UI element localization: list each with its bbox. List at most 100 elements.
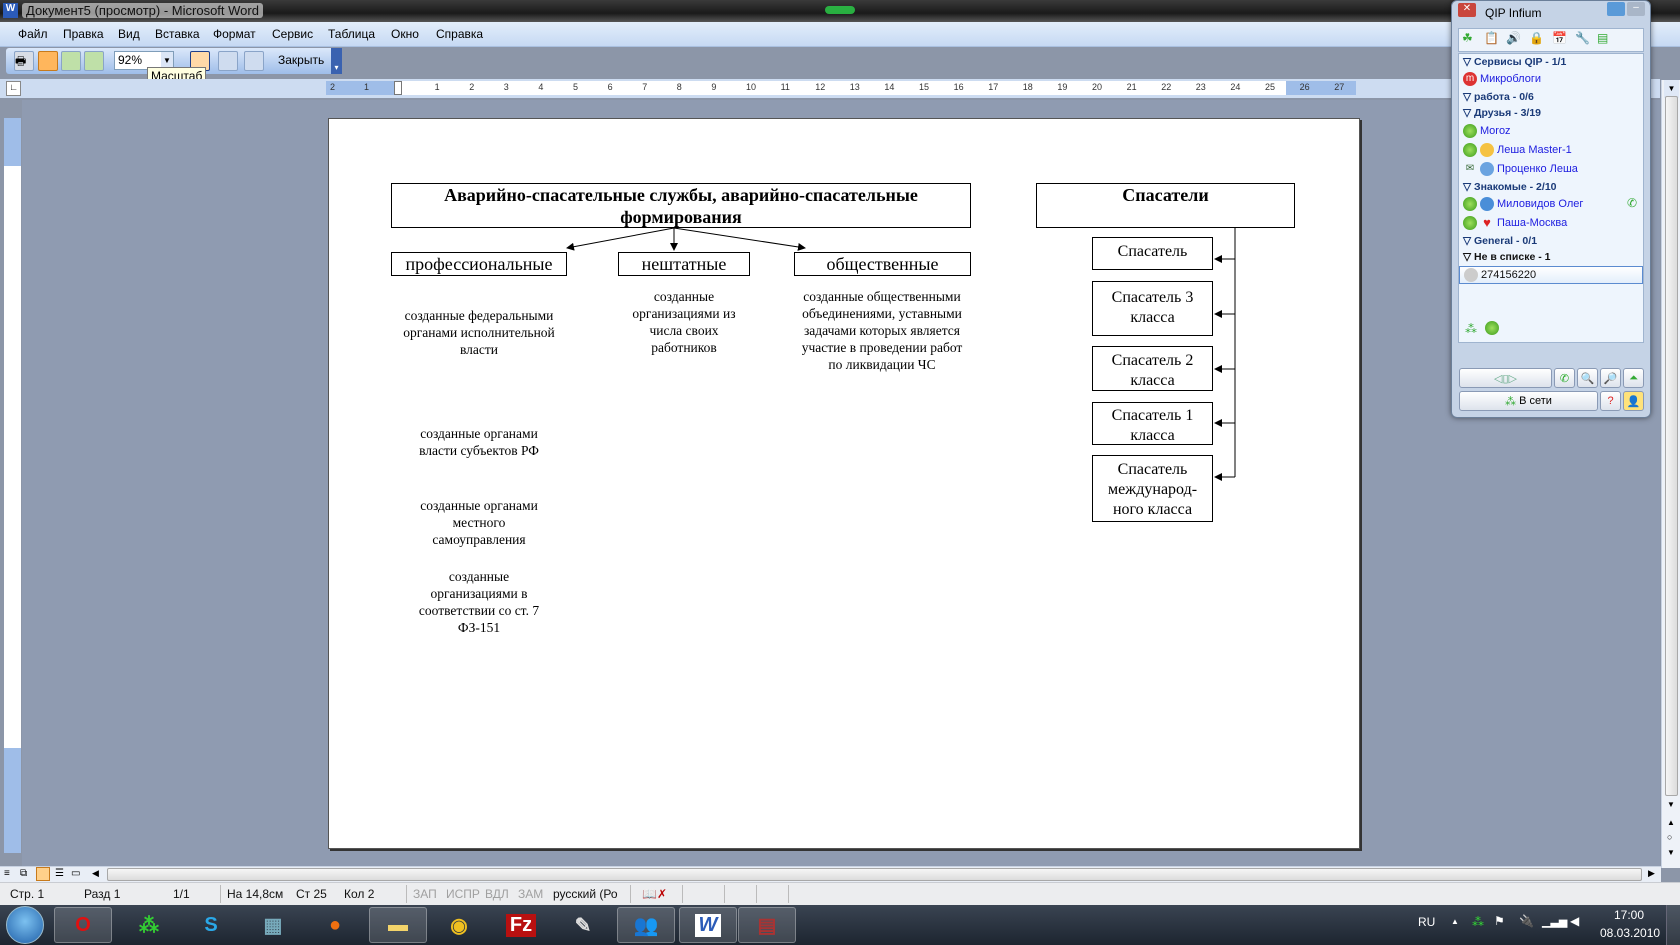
previous-page-icon[interactable]: ▲: [1667, 818, 1675, 827]
qip-tray-icon[interactable]: ⁂: [1472, 915, 1484, 929]
language-indicator[interactable]: RU: [1418, 915, 1435, 929]
show-hidden-icons-icon[interactable]: ▲: [1451, 917, 1459, 926]
menu-help[interactable]: Справка: [436, 27, 483, 41]
indent-marker[interactable]: [394, 81, 402, 95]
action-center-icon[interactable]: ⚑: [1494, 914, 1505, 928]
privacy-icon[interactable]: 🔒: [1529, 31, 1544, 45]
taskbar-calculator[interactable]: ▦: [244, 907, 302, 943]
menu-tools[interactable]: Сервис: [272, 27, 313, 41]
scroll-thumb[interactable]: [1665, 96, 1678, 796]
profile-button[interactable]: 👤: [1623, 391, 1644, 411]
menu-window[interactable]: Окно: [391, 27, 419, 41]
taskbar-firefox[interactable]: ●: [306, 907, 364, 943]
group-header[interactable]: ▽ Друзья - 3/19: [1463, 107, 1541, 119]
normal-view-icon[interactable]: ≡: [4, 868, 10, 879]
status-select-button[interactable]: ⁂ В сети: [1459, 391, 1598, 411]
menu-table[interactable]: Таблица: [328, 27, 375, 41]
search-button[interactable]: 🔎: [1600, 368, 1621, 388]
vertical-ruler[interactable]: [4, 118, 21, 853]
scroll-down-icon[interactable]: ▼: [1667, 800, 1675, 809]
volume-icon[interactable]: ◀: [1570, 914, 1579, 928]
status-extend[interactable]: ВДЛ: [485, 887, 509, 901]
menu-format[interactable]: Формат: [213, 27, 256, 41]
menu-file[interactable]: Файл: [18, 27, 48, 41]
browse-object-icon[interactable]: ○: [1667, 832, 1672, 842]
taskbar-winrar[interactable]: ▤: [738, 907, 796, 943]
calendar-icon[interactable]: 📅: [1552, 31, 1567, 45]
clock-date[interactable]: 08.03.2010: [1600, 926, 1660, 940]
contacts-icon[interactable]: ☘: [1462, 31, 1473, 45]
help-button[interactable]: ?: [1600, 391, 1621, 411]
start-button[interactable]: [6, 906, 44, 944]
tab-selector-button[interactable]: ∟: [6, 81, 21, 96]
web-view-icon[interactable]: ⧉: [20, 868, 27, 879]
status-overtype[interactable]: ЗАМ: [518, 887, 543, 901]
status-language[interactable]: русский (Ро: [553, 887, 618, 901]
close-preview-button[interactable]: Закрыть: [278, 53, 324, 67]
group-header[interactable]: ▽ General - 0/1: [1463, 235, 1537, 247]
menu-edit[interactable]: Правка: [63, 27, 104, 41]
taskbar-notepad[interactable]: ✎: [554, 907, 612, 943]
outline-view-icon[interactable]: ☰: [55, 868, 64, 879]
magnifier-button[interactable]: [38, 51, 58, 71]
transfer-button[interactable]: ◁▯▷: [1459, 368, 1552, 388]
icq-status-icon[interactable]: [1485, 321, 1499, 335]
full-screen-button[interactable]: [244, 51, 264, 71]
settings-icon[interactable]: 🔧: [1575, 31, 1590, 45]
contact-item[interactable]: ✉ Проценко Леша: [1463, 162, 1578, 176]
one-page-button[interactable]: [61, 51, 81, 71]
reading-view-icon[interactable]: ▭: [71, 868, 80, 879]
menu-insert[interactable]: Вставка: [155, 27, 200, 41]
contact-item[interactable]: ♥ Паша-Москва: [1463, 216, 1567, 230]
group-header[interactable]: ▽ Знакомые - 2/10: [1463, 181, 1557, 193]
minimize-icon[interactable]: –: [1627, 2, 1645, 16]
qip-status-icon[interactable]: ⁂: [1465, 322, 1477, 336]
horizontal-ruler[interactable]: 2 1 1 2 3 4 5 6 7 8 9 10 11 12 13 14 15 16 17 18 19 20 21 22 23 2…: [326, 81, 1356, 95]
power-icon[interactable]: 🔌: [1519, 914, 1534, 928]
add-contact-button[interactable]: 🔍: [1577, 368, 1598, 388]
taskbar-qip[interactable]: ⁂: [120, 907, 178, 943]
scroll-right-icon[interactable]: ▶: [1648, 868, 1655, 879]
sound-icon[interactable]: 🔊: [1506, 31, 1521, 45]
horizontal-scrollbar[interactable]: ≡ ⧉ ☰ ▭ ◀ ▶: [0, 866, 1661, 882]
scroll-left-icon[interactable]: ◀: [92, 868, 99, 879]
taskbar-skype[interactable]: S: [182, 907, 240, 943]
contact-item[interactable]: Миловидов Олег: [1463, 197, 1583, 211]
taskbar-messenger[interactable]: 👥: [617, 907, 675, 943]
print-button[interactable]: 🖶: [14, 51, 34, 71]
network-icon[interactable]: ▁▃▅: [1542, 915, 1567, 928]
pin-icon[interactable]: [1607, 2, 1625, 16]
contact-item[interactable]: m Микроблоги: [1463, 72, 1541, 86]
collapse-button[interactable]: ⏶: [1623, 368, 1644, 388]
multiple-pages-button[interactable]: [84, 51, 104, 71]
group-header[interactable]: ▽ Не в списке - 1: [1463, 251, 1550, 263]
spelling-status-icon[interactable]: 📖✗: [642, 887, 667, 901]
document-page[interactable]: Аварийно-спасательные службы, аварийно-с…: [328, 118, 1360, 849]
horizontal-scroll-thumb[interactable]: [107, 868, 1642, 881]
clock-time[interactable]: 17:00: [1614, 908, 1644, 922]
close-icon[interactable]: ✕: [1458, 3, 1476, 17]
group-header[interactable]: ▽ работа - 0/6: [1463, 91, 1534, 103]
plugins-icon[interactable]: ▤: [1597, 31, 1608, 45]
toolbar-options-chevron-icon[interactable]: ▾: [331, 48, 342, 74]
qip-contact-list[interactable]: ▽ Сервисы QIP - 1/1 m Микроблоги ▽ работа…: [1458, 53, 1644, 343]
contact-item[interactable]: Moroz: [1463, 124, 1511, 138]
show-desktop-button[interactable]: [1666, 905, 1680, 945]
taskbar-webcam[interactable]: ◉: [430, 907, 488, 943]
print-layout-view-icon[interactable]: [36, 867, 50, 881]
contact-item-selected[interactable]: 274156220: [1459, 266, 1643, 284]
clipboard-icon[interactable]: 📋: [1484, 31, 1499, 45]
vertical-scrollbar[interactable]: ▼ ▼ ▲ ○ ▼: [1661, 80, 1680, 868]
taskbar-word[interactable]: W: [679, 907, 737, 943]
taskbar-filezilla[interactable]: Fz: [492, 907, 550, 943]
next-page-icon[interactable]: ▼: [1667, 848, 1675, 857]
taskbar-explorer[interactable]: ▬: [369, 907, 427, 943]
menu-view[interactable]: Вид: [118, 27, 140, 41]
status-record[interactable]: ЗАП: [413, 887, 437, 901]
contact-item[interactable]: Леша Master-1: [1463, 143, 1572, 157]
status-track-changes[interactable]: ИСПР: [446, 887, 480, 901]
shrink-to-fit-button[interactable]: [218, 51, 238, 71]
call-button[interactable]: ✆: [1554, 368, 1575, 388]
taskbar-opera[interactable]: O: [54, 907, 112, 943]
group-header[interactable]: ▽ Сервисы QIP - 1/1: [1463, 56, 1566, 68]
